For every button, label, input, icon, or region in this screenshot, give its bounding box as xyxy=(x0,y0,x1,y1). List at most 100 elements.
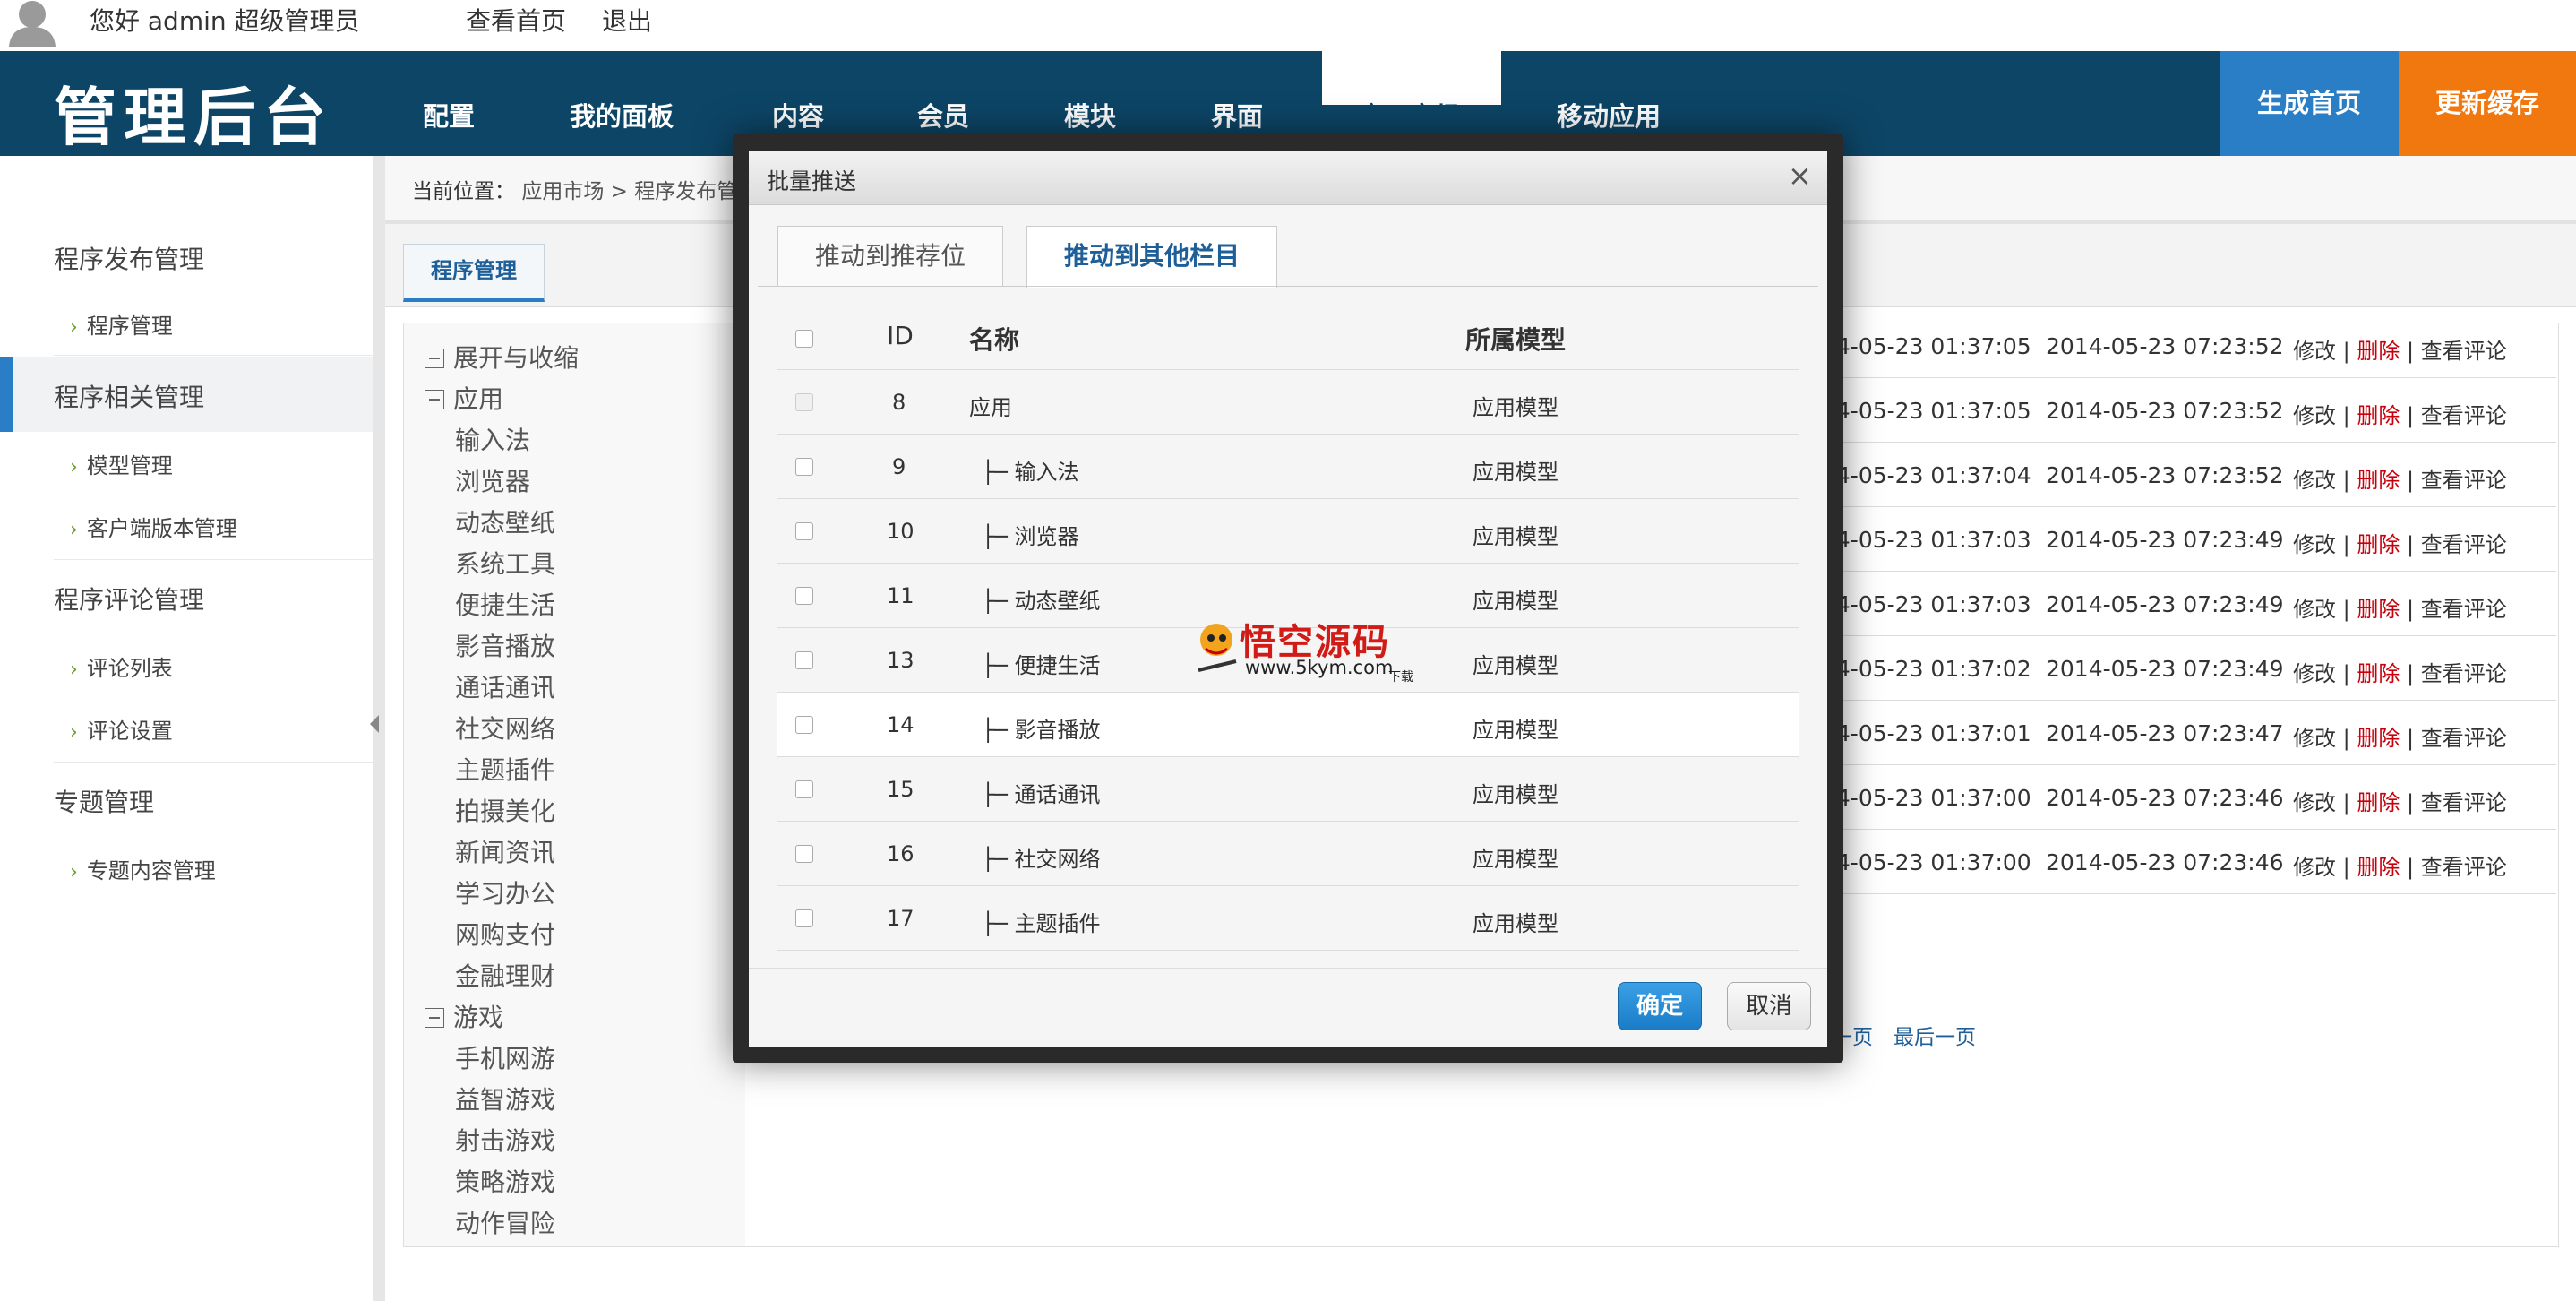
delete-link[interactable]: 删除 xyxy=(2357,468,2400,493)
tree-node-game-child[interactable]: 益智游戏 xyxy=(455,1081,555,1116)
delete-link[interactable]: 删除 xyxy=(2357,855,2400,880)
row-checkbox[interactable] xyxy=(795,587,813,605)
tree-node-app-child[interactable]: 新闻资讯 xyxy=(455,833,555,869)
delete-link[interactable]: 删除 xyxy=(2357,661,2400,686)
view-comments-link[interactable]: 查看评论 xyxy=(2421,661,2507,686)
collapse-box-icon[interactable] xyxy=(425,390,444,409)
sidebar-group-topics[interactable]: 专题管理 xyxy=(54,783,154,819)
edit-link[interactable]: 修改 xyxy=(2293,597,2336,622)
sidebar-group-release[interactable]: 程序发布管理 xyxy=(54,240,204,276)
view-comments-link[interactable]: 查看评论 xyxy=(2421,790,2507,815)
nav-item-members[interactable]: 会员 xyxy=(917,96,969,134)
nav-item-config[interactable]: 配置 xyxy=(423,96,475,134)
nav-item-mobile-app[interactable]: 移动应用 xyxy=(1557,96,1661,134)
row-checkbox[interactable] xyxy=(795,458,813,476)
generate-home-button[interactable]: 生成首页 xyxy=(2220,51,2399,156)
view-home-link[interactable]: 查看首页 xyxy=(466,2,566,38)
dialog-table-row[interactable]: 8 应用 应用模型 xyxy=(777,370,1799,435)
nav-item-content[interactable]: 内容 xyxy=(772,96,824,134)
view-comments-link[interactable]: 查看评论 xyxy=(2421,532,2507,557)
dialog-header[interactable] xyxy=(749,151,1827,205)
view-comments-link[interactable]: 查看评论 xyxy=(2421,339,2507,364)
sidebar-group-related[interactable]: 程序相关管理 xyxy=(54,378,204,414)
row-checkbox[interactable] xyxy=(795,716,813,734)
view-comments-link[interactable]: 查看评论 xyxy=(2421,597,2507,622)
tree-node-app-child[interactable]: 影音播放 xyxy=(455,627,555,663)
row-checkbox[interactable] xyxy=(795,909,813,927)
tree-node-app-child[interactable]: 输入法 xyxy=(455,421,530,457)
tree-node-game-child[interactable]: 动作冒险 xyxy=(455,1204,555,1240)
sidebar-item-client-version[interactable]: › 客户端版本管理 xyxy=(70,511,237,542)
delete-link[interactable]: 删除 xyxy=(2357,403,2400,428)
delete-link[interactable]: 删除 xyxy=(2357,790,2400,815)
edit-link[interactable]: 修改 xyxy=(2293,403,2336,428)
nav-item-my-panel[interactable]: 我的面板 xyxy=(570,96,674,134)
tree-node-app-child[interactable]: 浏览器 xyxy=(455,462,530,498)
dialog-table-row[interactable]: 15 ├─ 通话通讯 应用模型 xyxy=(777,757,1799,822)
tree-node-game-child[interactable]: 射击游戏 xyxy=(455,1122,555,1158)
tree-node-app-child[interactable]: 通话通讯 xyxy=(455,668,555,704)
pager-last[interactable]: 最后一页 xyxy=(1893,1020,1976,1050)
tree-node-app-child[interactable]: 便捷生活 xyxy=(455,586,555,622)
row-checkbox[interactable] xyxy=(795,780,813,798)
edit-link[interactable]: 修改 xyxy=(2293,339,2336,364)
collapse-box-icon[interactable] xyxy=(425,1008,444,1028)
tree-group-app[interactable]: 应用 xyxy=(425,380,503,416)
select-all-checkbox[interactable] xyxy=(795,330,813,348)
view-comments-link[interactable]: 查看评论 xyxy=(2421,403,2507,428)
delete-link[interactable]: 删除 xyxy=(2357,597,2400,622)
edit-link[interactable]: 修改 xyxy=(2293,661,2336,686)
sidebar-item-model-manage[interactable]: › 模型管理 xyxy=(70,448,173,479)
view-comments-link[interactable]: 查看评论 xyxy=(2421,855,2507,880)
sidebar-group-comments[interactable]: 程序评论管理 xyxy=(54,581,204,616)
tab-program-manage[interactable]: 程序管理 xyxy=(403,244,545,302)
dialog-table-row[interactable]: 17 ├─ 主题插件 应用模型 xyxy=(777,886,1799,951)
tree-node-app-child[interactable]: 金融理财 xyxy=(455,957,555,993)
collapse-box-icon[interactable] xyxy=(425,349,444,368)
collapse-sidebar-icon[interactable] xyxy=(370,715,379,733)
tree-group-game[interactable]: 游戏 xyxy=(425,998,503,1034)
sidebar-item-program-manage[interactable]: › 程序管理 xyxy=(70,308,173,340)
tab-push-recommend[interactable]: 推动到推荐位 xyxy=(777,226,1003,286)
sidebar-item-topic-content[interactable]: › 专题内容管理 xyxy=(70,853,216,884)
sidebar-item-comment-list[interactable]: › 评论列表 xyxy=(70,650,173,682)
row-checkbox[interactable] xyxy=(795,522,813,540)
close-icon[interactable]: × xyxy=(1788,161,1812,190)
delete-link[interactable]: 删除 xyxy=(2357,726,2400,751)
tree-node-app-child[interactable]: 学习办公 xyxy=(455,875,555,910)
edit-link[interactable]: 修改 xyxy=(2293,726,2336,751)
update-cache-button[interactable]: 更新缓存 xyxy=(2399,51,2576,156)
edit-link[interactable]: 修改 xyxy=(2293,532,2336,557)
dialog-table-row[interactable]: 14 ├─ 影音播放 应用模型 xyxy=(777,693,1799,757)
nav-item-interface[interactable]: 界面 xyxy=(1211,96,1263,134)
row-checkbox[interactable] xyxy=(795,651,813,669)
dialog-table-row[interactable]: 9 ├─ 输入法 应用模型 xyxy=(777,435,1799,499)
tree-node-app-child[interactable]: 动态壁纸 xyxy=(455,504,555,539)
breadcrumb-app-market[interactable]: 应用市场 xyxy=(521,180,604,203)
dialog-table-row[interactable]: 16 ├─ 社交网络 应用模型 xyxy=(777,822,1799,886)
nav-item-modules[interactable]: 模块 xyxy=(1064,96,1116,134)
sidebar-item-comment-settings[interactable]: › 评论设置 xyxy=(70,713,173,745)
tree-node-app-child[interactable]: 主题插件 xyxy=(455,751,555,787)
tree-node-app-child[interactable]: 社交网络 xyxy=(455,710,555,745)
delete-link[interactable]: 删除 xyxy=(2357,339,2400,364)
breadcrumb-program-release[interactable]: 程序发布管 xyxy=(634,180,737,203)
tree-node-app-child[interactable]: 网购支付 xyxy=(455,916,555,952)
edit-link[interactable]: 修改 xyxy=(2293,468,2336,493)
view-comments-link[interactable]: 查看评论 xyxy=(2421,468,2507,493)
tree-node-app-child[interactable]: 系统工具 xyxy=(455,545,555,581)
tree-node-app-child[interactable]: 拍摄美化 xyxy=(455,792,555,828)
nav-item-app-market[interactable]: 应用市场 xyxy=(1358,96,1462,134)
cancel-button[interactable]: 取消 xyxy=(1727,982,1811,1030)
edit-link[interactable]: 修改 xyxy=(2293,855,2336,880)
row-checkbox[interactable] xyxy=(795,393,813,411)
view-comments-link[interactable]: 查看评论 xyxy=(2421,726,2507,751)
logout-link[interactable]: 退出 xyxy=(602,2,652,38)
tree-node-game-child[interactable]: 手机网游 xyxy=(455,1039,555,1075)
tree-node-game-child[interactable]: 策略游戏 xyxy=(455,1163,555,1199)
tab-push-other-column[interactable]: 推动到其他栏目 xyxy=(1026,226,1277,288)
dialog-table-row[interactable]: 10 ├─ 浏览器 应用模型 xyxy=(777,499,1799,564)
edit-link[interactable]: 修改 xyxy=(2293,790,2336,815)
tree-toggle-all[interactable]: 展开与收缩 xyxy=(425,339,579,375)
row-checkbox[interactable] xyxy=(795,845,813,863)
